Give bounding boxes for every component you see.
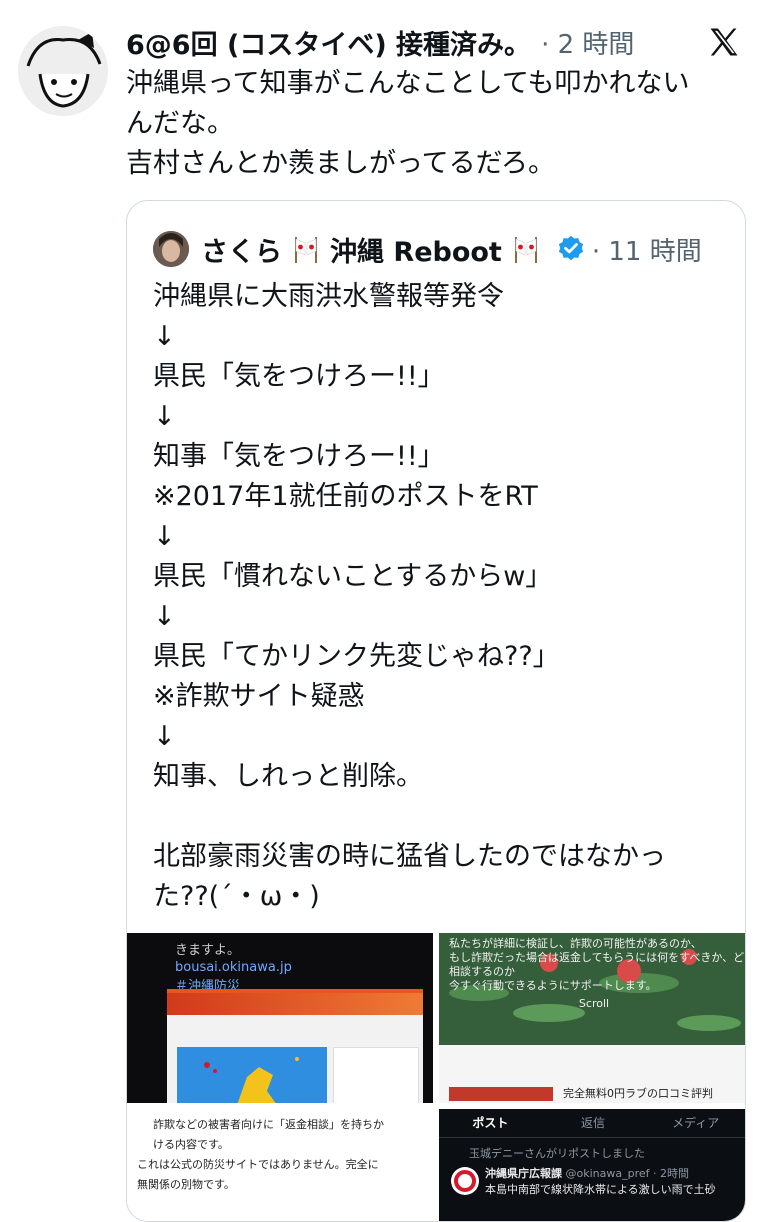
okinawa-pref-logo [451,1167,479,1195]
media4-tabs: ポスト 返信 メディア [439,1109,745,1138]
media2-line: 相談するのか [449,965,515,978]
media3-line: 無関係の別物です。 [137,1178,235,1191]
media3-text: 詐欺などの被害者向けに「返金相談」を持ちか ける内容です。 これは公式の防災サイ… [137,1115,427,1195]
media2-line: 今すぐ行動できるようにサポートします。 [449,979,657,992]
quoted-line: 県民「てかリンク先変じゃね??」 [153,641,560,672]
quoted-line [153,797,733,837]
media3-line: 詐欺などの被害者向けに「返金相談」を持ちか [153,1118,384,1131]
quoted-line: 知事、しれっと削除。 [153,761,423,792]
media4-account: 沖縄県庁広報課 @okinawa_pref · 2時間 [485,1165,689,1181]
media2-line: 私たちが詳細に検証し、詐欺の可能性があるのか、 [449,937,702,950]
tweet-body: 沖縄県って知事がこんなことしても叩かれない んだな。 吉村さんとか羨ましがってる… [126,64,746,184]
quoted-tweet-time[interactable]: · 11 時間 [592,231,702,268]
media1-text: きますよ。 [175,943,241,958]
media4-account-handle: @okinawa_pref · 2時間 [565,1167,690,1180]
media-image-1[interactable]: きますよ。 bousai.okinawa.jp ＃沖縄防災 [127,933,433,1103]
quoted-tweet-body: 沖縄県に大雨洪水警報等発令 ↓ 県民「気をつけろー!!」 ↓ 知事「気をつけろー… [153,277,733,917]
media1-link: bousai.okinawa.jp [175,960,292,975]
media1-website-screenshot [167,989,423,1103]
tab-replies: 返信 [581,1116,606,1130]
tweet-line: 沖縄県って知事がこんなことしても叩かれない [126,68,690,99]
website-map [177,1047,327,1103]
quoted-line: 県民「気をつけろー!!」 [153,361,445,392]
verified-badge-icon [558,235,583,261]
media3-line: ける内容です。 [153,1138,229,1151]
quoted-line: ↓ [153,521,176,552]
quoted-author-name[interactable]: さくら [201,230,282,269]
media-image-4[interactable]: ポスト 返信 メディア 玉城デニーさんがリポストしました 沖縄県庁広報課 @ok… [439,1109,745,1221]
tweet-line: んだな。 [126,108,234,139]
tweet-time[interactable]: · 2 時間 [541,24,634,61]
tab-media: メディア [672,1116,720,1130]
quoted-line: 沖縄県に大雨洪水警報等発令 [153,281,504,312]
quoted-line: 知事「気をつけろー!!」 [153,441,445,472]
quoted-tweet-header: さくら 沖縄 Reboot · 11 時間 [153,229,702,269]
media2-overlay-text: 私たちが詳細に検証し、詐欺の可能性があるのか、 もし詐欺だった場合は返金してもら… [449,937,746,1011]
media4-post-text: 本島中南部で線状降水帯による激しい雨で土砂 [485,1183,716,1196]
quoted-line: た??(´・ω・) [153,881,320,912]
quoted-line: ↓ [153,601,176,632]
x-logo-icon [710,28,738,56]
media2-footer: 完全無料0円ラブの口コミ評判 [439,1045,745,1103]
quoted-line: 北部豪雨災害の時に猛省したのではなかっ [153,841,666,872]
media4-account-name: 沖縄県庁広報課 [485,1167,562,1180]
media2-line: もし詐欺だった場合は返金してもらうには何をすべきか、どこに [449,951,746,964]
japan-flag-icon [514,237,537,263]
japan-flag-icon [295,237,317,263]
tweet-header: 6@6回 (コスタイベ) 接種済み。 · 2 時間 [126,22,744,62]
media2-banner-image [449,1087,553,1101]
scroll-hint: Scroll [578,997,610,1010]
quoted-author-avatar[interactable] [153,231,189,267]
quoted-line: 県民「慣れないことするからw」 [153,561,553,592]
repost-notice: 玉城デニーさんがリポストしました [469,1147,645,1160]
quoted-line: ※2017年1就任前のポストをRT [153,481,538,512]
quoted-author-name-suffix[interactable]: 沖縄 Reboot [330,230,502,269]
media2-caption: 完全無料0円ラブの口コミ評判 [563,1087,713,1100]
media-grid: きますよ。 bousai.okinawa.jp ＃沖縄防災 私たちが詳細に検証し… [127,933,746,1221]
tab-posts: ポスト [472,1116,509,1130]
media3-line: これは公式の防災サイトではありません。完全に [137,1158,379,1171]
quoted-tweet[interactable]: さくら 沖縄 Reboot · 11 時間 沖縄県に大雨洪水警報等発令 ↓ 県民… [126,200,746,1222]
website-header-bar [167,993,423,1015]
quoted-line: ↓ [153,321,176,352]
quoted-line: ↓ [153,401,176,432]
quoted-line: ※詐欺サイト疑惑 [153,681,365,712]
tweet-line: 吉村さんとか羨ましがってるだろ。 [126,148,556,179]
website-sidebar [333,1047,419,1103]
author-avatar[interactable] [18,26,108,116]
media-image-2[interactable]: 私たちが詳細に検証し、詐欺の可能性があるのか、 もし詐欺だった場合は返金してもら… [439,933,746,1103]
author-name[interactable]: 6@6回 (コスタイベ) 接種済み。 [126,23,531,62]
media-image-3[interactable]: 詐欺などの被害者向けに「返金相談」を持ちか ける内容です。 これは公式の防災サイ… [127,1109,433,1221]
quoted-line: ↓ [153,721,176,752]
